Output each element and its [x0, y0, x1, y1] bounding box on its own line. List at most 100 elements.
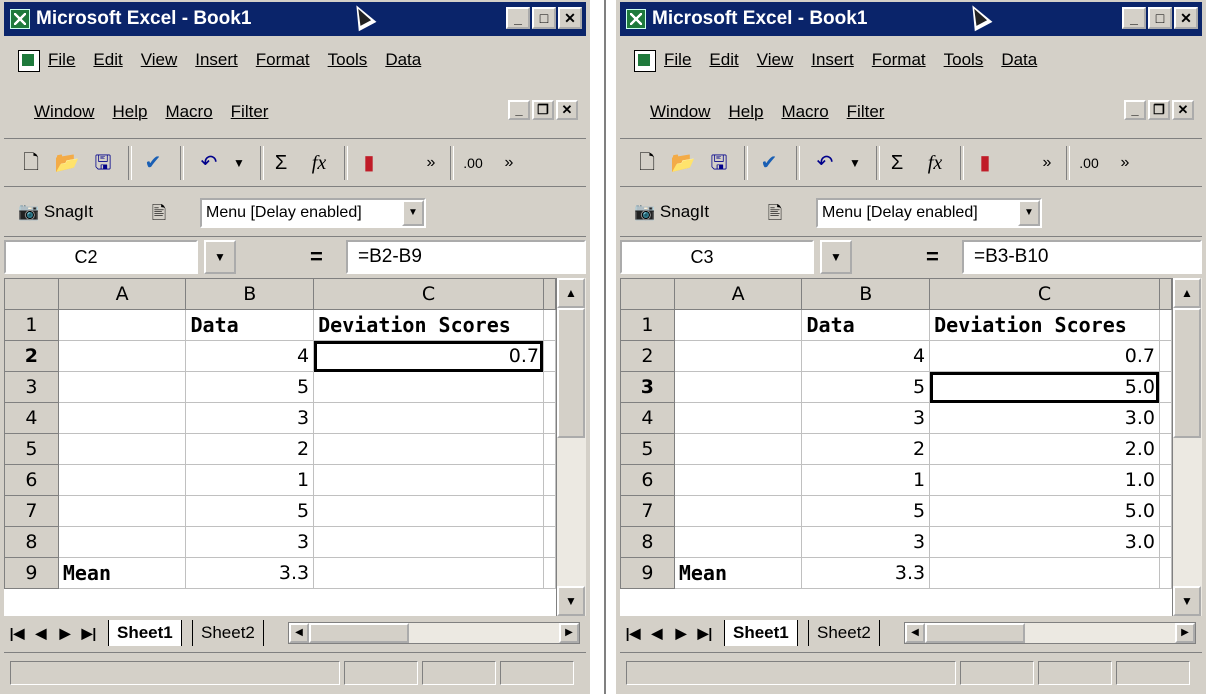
- row-header[interactable]: 9: [4, 557, 59, 589]
- menu-data[interactable]: Data: [1001, 50, 1037, 69]
- cell-b4[interactable]: 3: [801, 402, 931, 434]
- chart-wizard-icon[interactable]: ▮: [970, 148, 1000, 178]
- menu-tools[interactable]: Tools: [328, 50, 368, 69]
- cell-a2[interactable]: [673, 340, 803, 372]
- cell-c9[interactable]: [313, 557, 544, 589]
- more-buttons-icon-2[interactable]: »: [1110, 148, 1140, 178]
- cell-a6[interactable]: [673, 464, 803, 496]
- menu-delay-combo[interactable]: Menu [Delay enabled] ▼: [816, 198, 1042, 228]
- scroll-right-icon[interactable]: ▶: [1175, 623, 1195, 643]
- cell-c6[interactable]: [313, 464, 544, 496]
- cell-c6[interactable]: 1.0: [929, 464, 1160, 496]
- vertical-scrollbar[interactable]: ▲ ▼: [556, 278, 586, 616]
- cell-overflow[interactable]: [1158, 526, 1173, 558]
- cell-b2[interactable]: 4: [801, 340, 931, 372]
- scroll-thumb[interactable]: [1173, 308, 1201, 438]
- menu-file[interactable]: File: [48, 50, 75, 69]
- select-all-corner[interactable]: [620, 278, 675, 310]
- cell-a8[interactable]: [57, 526, 187, 558]
- cell-a8[interactable]: [673, 526, 803, 558]
- menu-macro[interactable]: Macro: [165, 102, 212, 121]
- row-header[interactable]: 9: [620, 557, 675, 589]
- cell-overflow[interactable]: [542, 402, 557, 434]
- next-sheet-icon[interactable]: ▶: [54, 622, 76, 644]
- name-box[interactable]: C3: [620, 240, 814, 274]
- menu-view[interactable]: View: [141, 50, 178, 69]
- cell-overflow[interactable]: [1158, 340, 1173, 372]
- last-sheet-icon[interactable]: ▶|: [78, 622, 100, 644]
- cell-c9[interactable]: [929, 557, 1160, 589]
- menu-insert[interactable]: Insert: [811, 50, 854, 69]
- row-header[interactable]: 6: [4, 464, 59, 496]
- cell-b1[interactable]: Data: [801, 309, 931, 341]
- select-all-corner[interactable]: [4, 278, 59, 310]
- menu-edit[interactable]: Edit: [93, 50, 122, 69]
- hscroll-thumb[interactable]: [309, 623, 409, 643]
- maximize-icon[interactable]: □: [532, 7, 556, 29]
- menu-format[interactable]: Format: [872, 50, 926, 69]
- more-buttons-icon[interactable]: »: [1032, 148, 1062, 178]
- cell-a3[interactable]: [57, 371, 187, 403]
- function-icon[interactable]: fx: [920, 148, 950, 178]
- cell-overflow[interactable]: [1158, 464, 1173, 496]
- worksheet-grid[interactable]: A B C 1 Data Deviation Scores 2 4 0.7 3 5 4 3 5 2 6 1 7 5 8…: [4, 278, 557, 616]
- cell-b3[interactable]: 5: [185, 371, 315, 403]
- cell-c2[interactable]: 0.7: [313, 340, 544, 372]
- menu-delay-combo[interactable]: Menu [Delay enabled] ▼: [200, 198, 426, 228]
- new-doc-icon[interactable]: 🗋: [16, 148, 46, 178]
- cell-a1[interactable]: [673, 309, 803, 341]
- maximize-icon[interactable]: □: [1148, 7, 1172, 29]
- cell-b7[interactable]: 5: [801, 495, 931, 527]
- cell-a7[interactable]: [57, 495, 187, 527]
- cell-c3[interactable]: [313, 371, 544, 403]
- decimal-icon[interactable]: .00: [1074, 148, 1104, 178]
- next-sheet-icon[interactable]: ▶: [670, 622, 692, 644]
- cell-a3[interactable]: [673, 371, 803, 403]
- autosum-icon[interactable]: Σ: [882, 148, 912, 178]
- row-header[interactable]: 2: [4, 340, 59, 372]
- column-header-b[interactable]: B: [185, 278, 315, 310]
- doc-restore-icon[interactable]: ❐: [1148, 100, 1170, 120]
- cell-c5[interactable]: 2.0: [929, 433, 1160, 465]
- row-header[interactable]: 3: [620, 371, 675, 403]
- formula-input[interactable]: =B3-B10: [962, 240, 1202, 274]
- menu-macro[interactable]: Macro: [781, 102, 828, 121]
- menu-filter[interactable]: Filter: [231, 102, 269, 121]
- save-icon[interactable]: 🖫: [88, 148, 118, 178]
- undo-dropdown-icon[interactable]: ▼: [224, 148, 254, 178]
- cell-a5[interactable]: [673, 433, 803, 465]
- menu-window[interactable]: Window: [34, 102, 94, 121]
- cell-overflow[interactable]: [1158, 309, 1173, 341]
- cell-a1[interactable]: [57, 309, 187, 341]
- workbook-icon[interactable]: [634, 50, 656, 72]
- tab-sheet1[interactable]: Sheet1: [108, 620, 182, 646]
- cell-a5[interactable]: [57, 433, 187, 465]
- row-header[interactable]: 8: [4, 526, 59, 558]
- menu-window[interactable]: Window: [650, 102, 710, 121]
- cell-b8[interactable]: 3: [185, 526, 315, 558]
- minimize-icon[interactable]: _: [506, 7, 530, 29]
- cell-a4[interactable]: [673, 402, 803, 434]
- dropdown-arrow-icon[interactable]: ▼: [1018, 200, 1040, 226]
- cell-c3[interactable]: 5.0: [929, 371, 1160, 403]
- cell-c5[interactable]: [313, 433, 544, 465]
- row-header[interactable]: 3: [4, 371, 59, 403]
- menu-help[interactable]: Help: [728, 102, 763, 121]
- cell-b7[interactable]: 5: [185, 495, 315, 527]
- function-icon[interactable]: fx: [304, 148, 334, 178]
- title-bar[interactable]: Microsoft Excel - Book1 _ □ ✕: [620, 2, 1202, 36]
- spellcheck-icon[interactable]: ✔: [754, 148, 784, 178]
- horizontal-scrollbar[interactable]: ◀ ▶: [288, 622, 580, 644]
- dropdown-arrow-icon[interactable]: ▼: [402, 200, 424, 226]
- doc-close-icon[interactable]: ✕: [556, 100, 578, 120]
- cell-overflow[interactable]: [542, 526, 557, 558]
- cell-b5[interactable]: 2: [185, 433, 315, 465]
- menu-data[interactable]: Data: [385, 50, 421, 69]
- row-header[interactable]: 4: [4, 402, 59, 434]
- minimize-icon[interactable]: _: [1122, 7, 1146, 29]
- snagit-button[interactable]: 📷 SnagIt: [18, 202, 93, 222]
- cell-a4[interactable]: [57, 402, 187, 434]
- row-header[interactable]: 1: [620, 309, 675, 341]
- cell-b2[interactable]: 4: [185, 340, 315, 372]
- cell-c7[interactable]: 5.0: [929, 495, 1160, 527]
